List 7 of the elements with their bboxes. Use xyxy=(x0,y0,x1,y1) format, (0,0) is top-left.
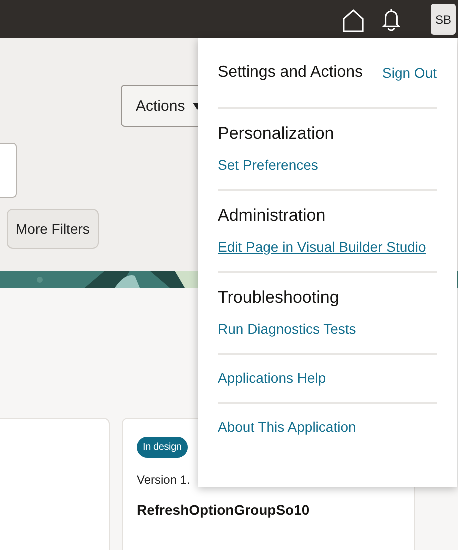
section-heading: Administration xyxy=(218,206,327,226)
section-heading: Personalization xyxy=(218,124,336,144)
status-badge: In design xyxy=(137,437,188,458)
section-heading: Troubleshooting xyxy=(218,288,340,308)
card-title: RefreshOptionGroupSo10 xyxy=(137,502,310,518)
menu-title: Settings and Actions xyxy=(218,64,363,82)
version-label: Version 1. xyxy=(137,473,190,487)
